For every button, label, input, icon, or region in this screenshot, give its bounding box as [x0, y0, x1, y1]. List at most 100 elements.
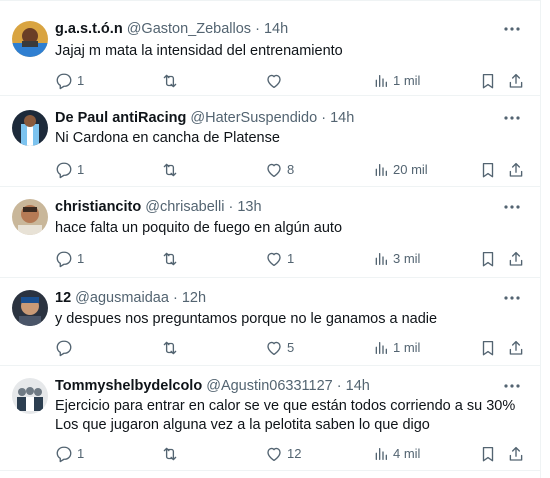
retweet-button[interactable] [160, 71, 184, 91]
reply-count: 1 [77, 251, 85, 266]
retweet-icon [163, 74, 177, 88]
author-name[interactable]: Tommyshelbydelcolo [55, 378, 202, 394]
timestamp[interactable]: 13h [237, 199, 261, 215]
share-button[interactable] [507, 338, 525, 358]
like-count: 1 [287, 251, 295, 266]
more-icon[interactable] [502, 20, 522, 38]
bookmark-icon [482, 162, 494, 178]
author-name[interactable]: 12 [55, 290, 71, 306]
share-button[interactable] [507, 249, 525, 269]
timeline-border [540, 0, 541, 478]
share-icon [509, 446, 523, 461]
view-count: 4 mil [393, 446, 421, 461]
reply-button[interactable] [55, 338, 77, 358]
reply-icon [56, 162, 72, 179]
tweet-actions: 5 1 mil [55, 338, 528, 358]
separator-dot: · [321, 110, 327, 126]
tweet-text: Jajaj m mata la intensidad del entrenami… [55, 42, 516, 61]
tweet-actions: 1 1 mil [55, 71, 528, 91]
tweet[interactable]: 12 @agusmaidaa · 12h y despues nos pregu… [0, 278, 540, 366]
like-button[interactable] [265, 71, 287, 91]
tweet-actions: 1 12 4 mil [55, 444, 528, 464]
tweet-text: Ni Cardona en cancha de Platense [55, 129, 516, 148]
separator-dot: · [228, 199, 234, 215]
like-icon [267, 447, 281, 462]
like-button[interactable]: 12 [265, 444, 301, 464]
more-icon[interactable] [502, 198, 522, 216]
views-icon [375, 342, 387, 354]
author-name[interactable]: De Paul antiRacing [55, 110, 186, 126]
views-icon [375, 448, 387, 460]
retweet-button[interactable] [160, 249, 184, 269]
separator-dot: · [255, 21, 260, 37]
more-icon[interactable] [502, 289, 522, 307]
bookmark-button[interactable] [479, 71, 497, 91]
tweet[interactable]: g.a.s.t.ó.n @Gaston_Zeballos · 14h Jajaj… [0, 0, 540, 96]
separator-dot: · [336, 378, 342, 394]
reply-button[interactable]: 1 [55, 444, 84, 464]
avatar[interactable] [12, 378, 48, 414]
timestamp[interactable]: 14h [264, 21, 288, 37]
avatar[interactable] [12, 21, 48, 57]
retweet-button[interactable] [160, 160, 184, 180]
avatar[interactable] [12, 110, 48, 146]
share-icon [509, 162, 523, 177]
like-button[interactable]: 8 [265, 160, 294, 180]
view-count: 3 mil [393, 251, 421, 266]
retweet-button[interactable] [160, 338, 184, 358]
author-handle[interactable]: @chrisabelli [145, 199, 224, 215]
author-handle[interactable]: @Agustin06331127 [206, 378, 333, 394]
views-icon [375, 75, 387, 87]
author-name[interactable]: christiancito [55, 199, 141, 215]
bookmark-button[interactable] [479, 160, 497, 180]
more-icon[interactable] [502, 109, 522, 127]
like-button[interactable]: 5 [265, 338, 294, 358]
share-button[interactable] [507, 71, 525, 91]
tweet[interactable]: Tommyshelbydelcolo @Agustin06331127 · 14… [0, 366, 540, 471]
views-button[interactable]: 1 mil [373, 71, 420, 91]
more-icon[interactable] [502, 377, 522, 395]
views-button[interactable]: 4 mil [373, 444, 420, 464]
reply-count: 1 [77, 446, 85, 461]
bookmark-button[interactable] [479, 444, 497, 464]
bookmark-button[interactable] [479, 249, 497, 269]
views-button[interactable]: 1 mil [373, 338, 420, 358]
retweet-button[interactable] [160, 444, 184, 464]
tweet-text: Ejercicio para entrar en calor se ve que… [55, 397, 516, 435]
views-icon [375, 253, 387, 265]
reply-button[interactable]: 1 [55, 249, 84, 269]
tweet-header: De Paul antiRacing @HaterSuspendido · 14… [55, 109, 490, 127]
views-button[interactable]: 20 mil [373, 160, 428, 180]
author-name[interactable]: g.a.s.t.ó.n [55, 21, 123, 37]
share-button[interactable] [507, 160, 525, 180]
views-button[interactable]: 3 mil [373, 249, 420, 269]
views-icon [375, 164, 387, 176]
bookmark-button[interactable] [479, 338, 497, 358]
timestamp[interactable]: 14h [346, 378, 370, 394]
tweet[interactable]: De Paul antiRacing @HaterSuspendido · 14… [0, 96, 540, 187]
tweet[interactable]: christiancito @chrisabelli · 13h hace fa… [0, 187, 540, 278]
timestamp[interactable]: 12h [182, 290, 206, 306]
like-button[interactable]: 1 [265, 249, 294, 269]
avatar[interactable] [12, 199, 48, 235]
retweet-icon [163, 252, 177, 266]
tweet-actions: 1 1 3 mil [55, 249, 528, 269]
author-handle[interactable]: @Gaston_Zeballos [127, 21, 251, 37]
author-handle[interactable]: @agusmaidaa [75, 290, 169, 306]
tweet-text: y despues nos preguntamos porque no le g… [55, 310, 516, 329]
timestamp[interactable]: 14h [330, 110, 354, 126]
tweet-header: 12 @agusmaidaa · 12h [55, 289, 490, 307]
avatar[interactable] [12, 290, 48, 326]
tweet-actions: 1 8 20 mil [55, 160, 528, 180]
like-count: 5 [287, 340, 295, 355]
like-icon [267, 341, 281, 356]
view-count: 20 mil [393, 162, 428, 177]
timeline: g.a.s.t.ó.n @Gaston_Zeballos · 14h Jajaj… [0, 0, 540, 471]
share-icon [509, 340, 523, 355]
bookmark-icon [482, 340, 494, 356]
reply-button[interactable]: 1 [55, 160, 84, 180]
reply-button[interactable]: 1 [55, 71, 84, 91]
share-button[interactable] [507, 444, 525, 464]
author-handle[interactable]: @HaterSuspendido [190, 110, 317, 126]
like-icon [267, 74, 281, 89]
